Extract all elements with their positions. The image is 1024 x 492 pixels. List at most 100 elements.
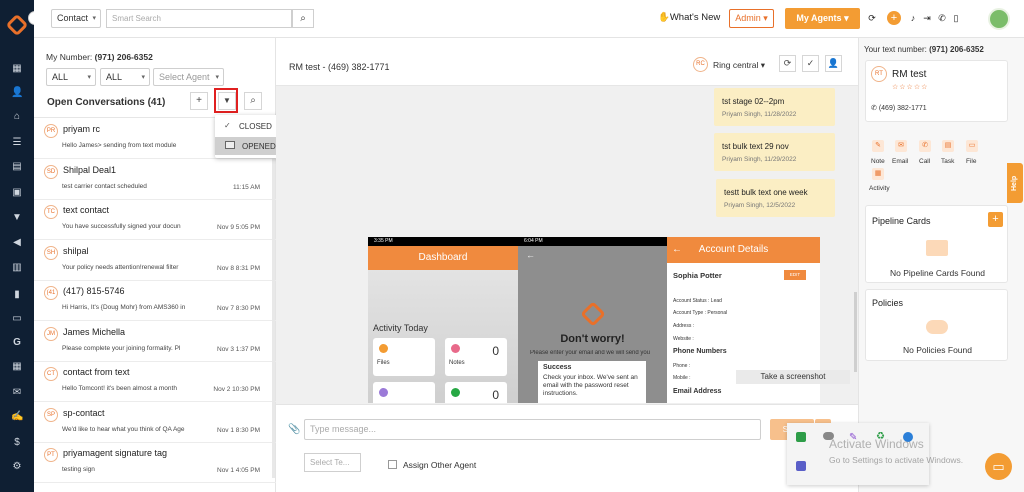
message-text: tst stage 02--2pm [722, 97, 785, 106]
admin-select[interactable]: Admin ▾ [729, 9, 774, 28]
folder-icon[interactable]: ▭ [11, 314, 23, 324]
chart-icon[interactable]: ▮ [11, 290, 23, 300]
call-label: Call [919, 158, 931, 165]
brand-logo[interactable] [5, 13, 29, 37]
google-icon[interactable]: G [11, 338, 23, 348]
gear-icon[interactable]: ⚙ [11, 462, 23, 472]
notes-card: 0 Notes [445, 338, 507, 376]
search-button[interactable]: ⌕ [292, 9, 314, 28]
filter-status-select[interactable]: ALL ▾ [46, 68, 96, 86]
message-meta: Priyam Singh, 12/5/2022 [724, 202, 796, 209]
filter-type-select[interactable]: ALL ▾ [100, 68, 150, 86]
conversation-row[interactable]: SP sp-contact We'd like to hear what you t… [34, 402, 276, 443]
contact-phone-value: (469) 382-1771 [878, 105, 927, 112]
bell-icon[interactable]: ♪ [908, 13, 918, 23]
back-arrow-icon: ← [526, 250, 535, 260]
search-icon: ⌕ [300, 13, 306, 24]
policies-empty-icon [926, 320, 948, 334]
call-icon[interactable]: ✆ [919, 140, 931, 152]
email-label: Email [892, 158, 909, 165]
conversation-preview: We'd like to hear what you think of QA A… [62, 425, 185, 433]
sync-button[interactable]: ⟳ [779, 55, 796, 72]
contact-name[interactable]: RM test [892, 69, 926, 80]
activity-icon[interactable]: ▦ [872, 168, 884, 180]
mail-icon[interactable]: ✉ [11, 388, 23, 398]
conversations-panel: My Number: (971) 206-6352 ALL ▾ ALL ▾ Sele… [34, 38, 276, 492]
conversation-name: text contact [63, 205, 110, 215]
take-screenshot-tooltip: Take a screenshot [736, 370, 850, 384]
dollar-icon[interactable]: $ [11, 438, 23, 448]
dashboard-icon[interactable]: ▦ [11, 64, 23, 74]
contacts-icon[interactable]: 👤 [11, 88, 23, 98]
conversation-preview: testing sign [62, 466, 95, 473]
smart-search-input[interactable]: Smart Search [106, 9, 292, 28]
search-conversations-button[interactable]: ⌕ [244, 92, 262, 110]
note-icon [451, 344, 460, 353]
conversation-row[interactable]: (41 (417) 815-5746 Hi Harris, It's {Doug M… [34, 280, 276, 321]
conversation-preview: Hi Harris, It's {Doug Mohr} from AMS360 … [62, 304, 186, 311]
contact-card: RT RM test ☆☆☆☆☆ ✆ (469) 382-1771 [865, 60, 1008, 122]
phone: Phone : [673, 363, 691, 369]
add-pipeline-button[interactable]: + [988, 212, 1003, 227]
megaphone-icon[interactable]: ◀ [11, 238, 23, 248]
message-bubble: tst stage 02--2pm Priyam Singh, 11/28/202… [714, 88, 835, 126]
refresh-icon[interactable]: ⟳ [867, 13, 877, 23]
select-agent-dropdown[interactable]: Select Agent ▾ [153, 68, 224, 86]
conversation-preview: Please complete your joining formality. … [62, 344, 181, 352]
conversation-row[interactable]: SD Shilpal Deal1 test carrier contact sche… [34, 159, 276, 200]
conversation-name: contact from text [63, 367, 130, 377]
task-icon[interactable]: ▤ [942, 140, 954, 152]
chat-widget-button[interactable]: ▭ [985, 453, 1012, 480]
bank-icon[interactable]: ⌂ [11, 112, 23, 122]
signature-icon[interactable]: ✍ [11, 412, 23, 422]
mobile-icon[interactable]: ▯ [951, 13, 961, 23]
report-icon[interactable]: ▥ [11, 263, 23, 273]
paperclip-icon[interactable]: 📎 [288, 424, 300, 435]
no-policies-text: No Policies Found [903, 345, 972, 355]
scrollbar[interactable] [272, 118, 275, 478]
assign-checkbox[interactable] [388, 460, 397, 469]
chat-area: RM test - (469) 382-1771 RC Ring central… [276, 38, 858, 492]
reset-instructions: Please enter your email and we will send… [530, 350, 651, 356]
address-book-icon[interactable]: ▣ [11, 188, 23, 198]
rating-stars-icon[interactable]: ☆☆☆☆☆ [892, 83, 928, 91]
success-message: Check your inbox. We've sent an email wi… [543, 374, 638, 397]
conversation-row[interactable]: SH shilpal Your policy needs attention!ren… [34, 240, 276, 281]
your-number-label: Your text number: [864, 45, 927, 54]
phone-icon[interactable]: ✆ [937, 13, 947, 23]
chat-scrollbar[interactable] [854, 292, 857, 372]
template-select[interactable]: Select Te... [304, 453, 361, 472]
filter-status-value: ALL [52, 72, 69, 82]
message-input[interactable]: Type message... [304, 419, 761, 440]
logout-icon[interactable]: ⇥ [922, 13, 932, 23]
add-conversation-button[interactable]: + [190, 92, 208, 110]
policies-title: Policies [872, 298, 904, 308]
my-agents-button[interactable]: My Agents ▾ [785, 8, 860, 29]
conversation-row[interactable]: PT priyamagent signature tag testing sign N… [34, 442, 276, 483]
mark-done-button[interactable]: ✓ [802, 55, 819, 72]
calendar-icon[interactable]: ▦ [11, 362, 23, 372]
help-tab[interactable]: Help [1007, 163, 1023, 203]
note-icon[interactable]: ✎ [872, 140, 884, 152]
filter-nav-icon[interactable]: ▼ [11, 213, 23, 223]
user-avatar[interactable] [988, 8, 1010, 30]
conversation-row[interactable]: CT contact from text Hello Tomcont! it's b… [34, 361, 276, 402]
document-icon[interactable]: ▤ [11, 162, 23, 172]
email-icon[interactable]: ✉ [895, 140, 907, 152]
shield-icon[interactable] [796, 432, 806, 442]
card-4: 0 [445, 382, 507, 403]
carrier-select[interactable]: Ring central ▾ [713, 60, 765, 71]
assign-user-button[interactable]: 👤 [825, 55, 842, 72]
activate-windows-title: Activate Windows [829, 437, 924, 451]
calls-count: 0 [492, 388, 499, 402]
opened-label: OPENED [242, 142, 276, 151]
file-icon[interactable]: ▭ [966, 140, 978, 152]
contact-type-select[interactable]: Contact ▾ [51, 9, 101, 28]
whats-new-label: What's New [669, 12, 721, 23]
list-icon[interactable]: ☰ [11, 138, 23, 148]
conversation-row[interactable]: TC text contact You have successfully sign… [34, 199, 276, 240]
whats-new-link[interactable]: ✋What's New [658, 12, 720, 23]
conversation-row[interactable]: JM James Michella Please complete your joi… [34, 321, 276, 362]
add-icon[interactable]: + [887, 11, 901, 25]
teams-icon[interactable] [796, 461, 806, 471]
